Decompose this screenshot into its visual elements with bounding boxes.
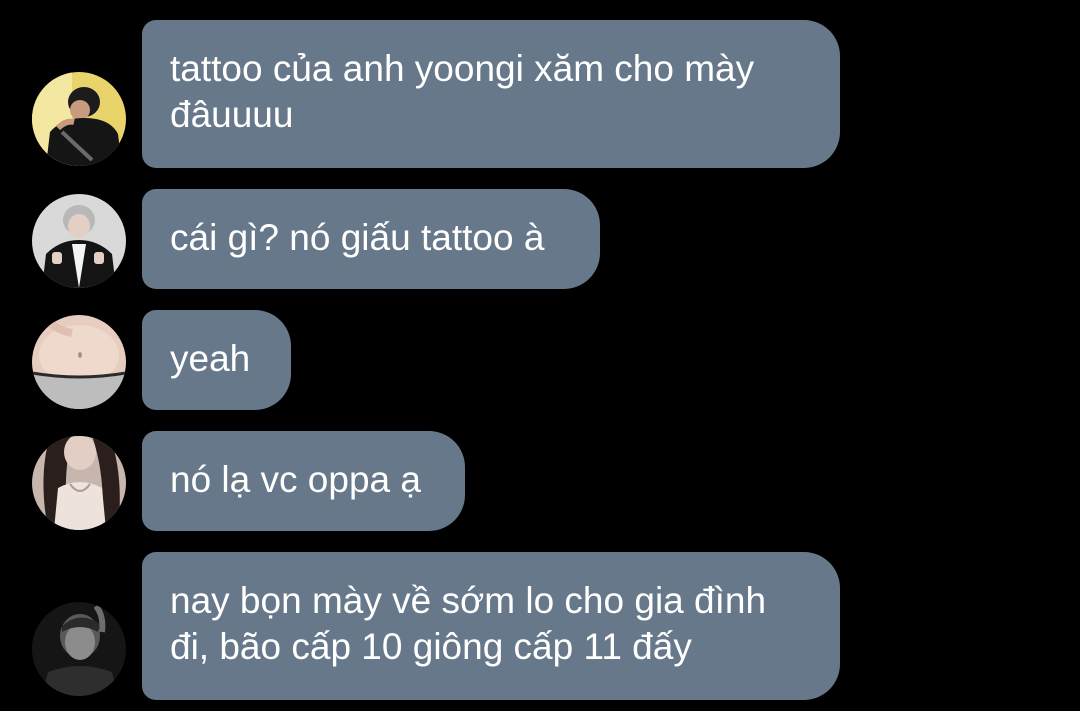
- message-row: yeah: [0, 310, 1080, 410]
- user-avatar-icon: [32, 602, 126, 696]
- user-avatar-icon: [32, 194, 126, 288]
- message-row: nó lạ vc oppa ạ: [0, 431, 1080, 531]
- message-bubble[interactable]: tattoo của anh yoongi xăm cho mày đâuuuu: [142, 20, 840, 168]
- message-bubble[interactable]: cái gì? nó giấu tattoo à: [142, 189, 600, 289]
- user-avatar-icon: [32, 72, 126, 166]
- message-bubble[interactable]: yeah: [142, 310, 291, 410]
- avatar[interactable]: [32, 602, 126, 696]
- avatar[interactable]: [32, 194, 126, 288]
- message-bubble[interactable]: nay bọn mày về sớm lo cho gia đình đi, b…: [142, 552, 840, 700]
- message-row: nay bọn mày về sớm lo cho gia đình đi, b…: [0, 552, 1080, 700]
- user-avatar-icon: [32, 315, 126, 409]
- user-avatar-icon: [32, 436, 126, 530]
- chat-thread: tattoo của anh yoongi xăm cho mày đâuuuu…: [0, 0, 1080, 711]
- message-bubble[interactable]: nó lạ vc oppa ạ: [142, 431, 465, 531]
- message-row: tattoo của anh yoongi xăm cho mày đâuuuu: [0, 20, 1080, 168]
- avatar[interactable]: [32, 315, 126, 409]
- message-row: cái gì? nó giấu tattoo à: [0, 189, 1080, 289]
- avatar[interactable]: [32, 436, 126, 530]
- avatar[interactable]: [32, 72, 126, 166]
